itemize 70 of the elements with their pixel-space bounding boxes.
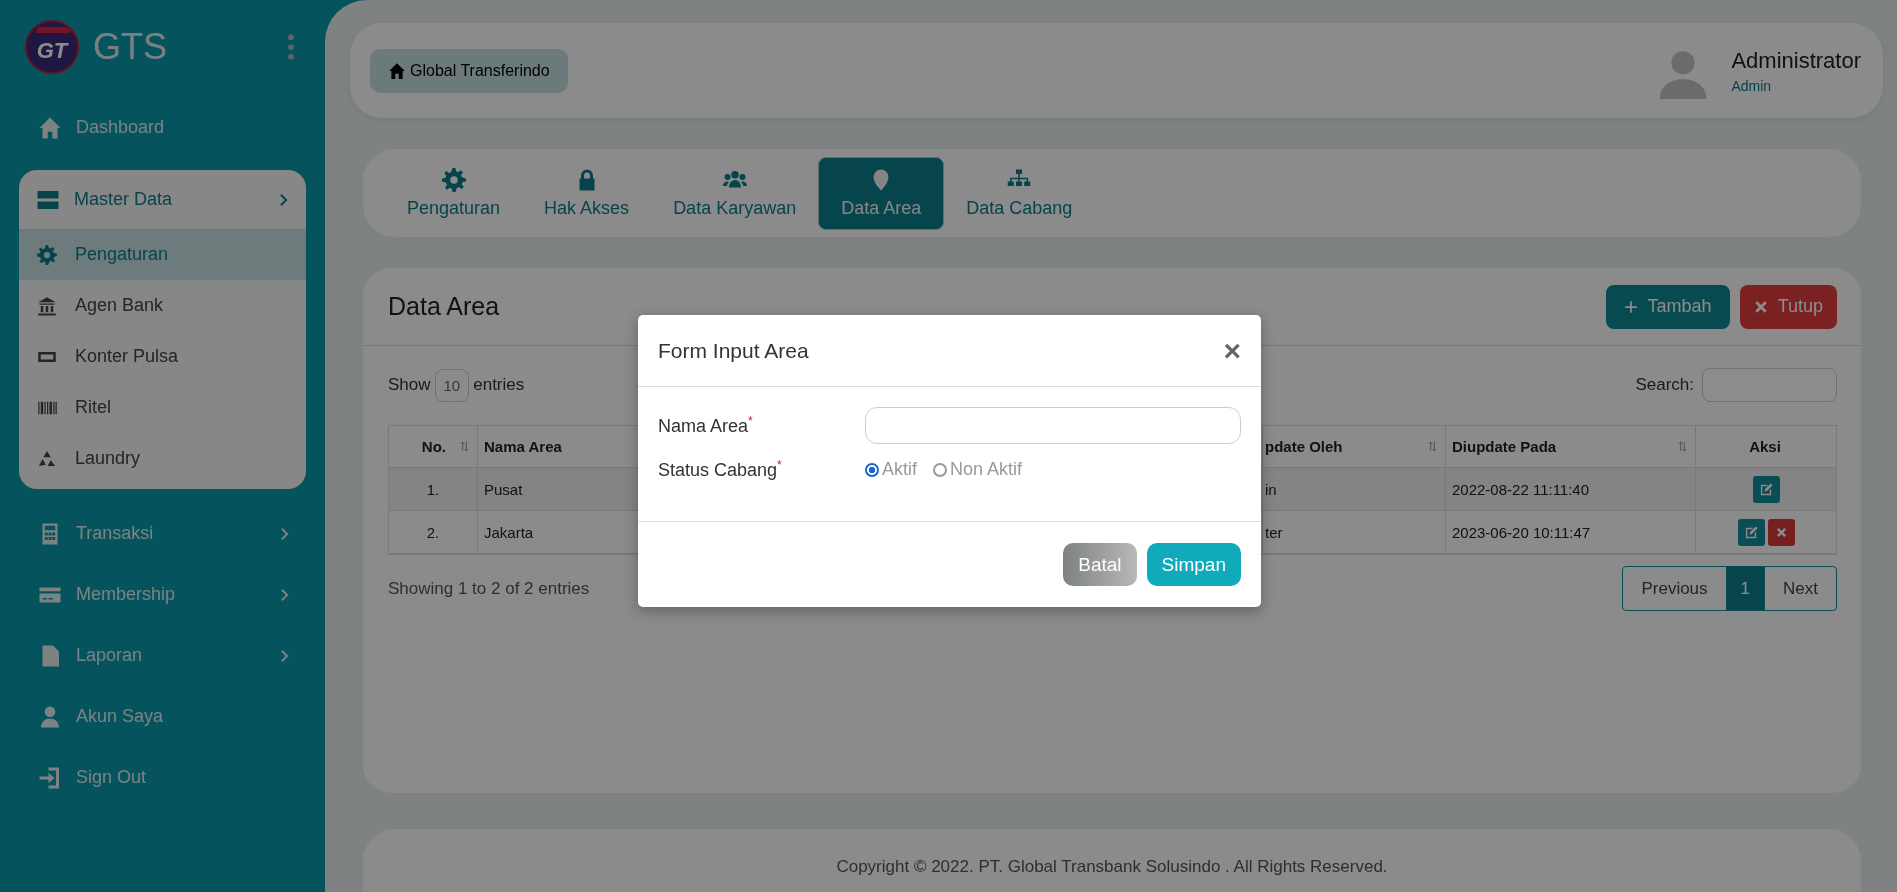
search-label: Search: [1635,375,1694,395]
page-button[interactable]: 1 [1725,567,1765,610]
sidebar-item[interactable]: Dashboard [0,97,325,158]
save-button[interactable]: Simpan [1146,543,1241,586]
tab[interactable]: Pengaturan [385,156,523,230]
close-button[interactable]: Tutup [1739,284,1837,329]
logo-icon: GT [25,20,79,74]
submenu-item[interactable]: Agen Bank [19,280,306,331]
copyright-text: Copyright © 2022. PT. Global Transbank Solusindo . All Rights Reserved. [836,857,1388,878]
sign-in-icon [38,765,62,790]
table-cell: in [1263,468,1446,511]
submenu-item[interactable]: Pengaturan [19,229,306,280]
input-field[interactable] [865,407,1241,444]
sort-icon [460,441,469,452]
more-icon[interactable] [287,34,295,60]
tab[interactable]: Data Karyawan [651,156,819,230]
edit-button[interactable] [1737,518,1765,546]
submenu-item[interactable]: Ritel [19,382,306,433]
gear-icon [441,167,466,192]
home-icon [38,115,62,140]
close-button[interactable]: × [1223,335,1241,366]
page-size-select[interactable]: 10 [434,368,470,402]
edit-button[interactable] [1752,475,1780,503]
table-cell: 2. [389,511,478,554]
chevron-icon [280,526,289,541]
add-button[interactable]: Tambah [1605,284,1730,329]
tab[interactable]: Data Cabang [944,156,1095,230]
tab[interactable]: Hak Akses [522,156,652,230]
submenu-item[interactable]: Laundry [19,433,306,484]
sidebar-item[interactable]: Transaksi [0,503,325,564]
app-name: GTS [93,26,168,68]
field-label: Nama Area$^{*}$ [658,414,754,437]
close-icon [1753,299,1768,314]
entries-label: entries [473,375,525,395]
modal-title: Form Input Area [658,338,809,363]
table-cell: 1. [389,468,478,511]
table-info: Showing 1 to 2 of 2 entries [388,578,590,599]
sidebar-item[interactable]: Sign Out [0,747,325,808]
bank-icon [37,295,57,316]
sort-icon [1678,441,1687,452]
sort-icon [1428,441,1437,452]
edit-icon [1758,481,1774,497]
user-name: Administrator [1731,47,1861,74]
sidebar-item[interactable]: Master Data [19,170,306,229]
close-icon [1775,526,1787,538]
gear-icon [37,244,57,265]
table-cell: ter [1263,511,1446,554]
cancel-button[interactable]: Batal [1063,543,1137,586]
chevron-icon [280,587,289,602]
delete-button[interactable] [1767,518,1795,546]
chevron-icon [280,648,289,663]
table-cell: 2022-08-22 11:11:40 [1446,468,1696,511]
show-label: Show [388,375,431,395]
panel-title: Data Area [388,292,500,321]
user-role: Admin [1731,77,1773,94]
user-icon [38,704,62,729]
edit-icon [1743,524,1759,540]
next-button[interactable]: Next [1764,567,1836,610]
home-icon [388,61,406,80]
tab[interactable]: Data Area [818,156,945,230]
chevron-icon [279,192,288,207]
search-field[interactable] [1702,368,1837,402]
sidebar-item[interactable]: Laporan [0,625,325,686]
sidebar-item[interactable]: Membership [0,564,325,625]
sidebar-item[interactable]: Akun Saya [0,686,325,747]
plus-icon [1623,299,1638,314]
company-button[interactable]: Global Transferindo [370,48,568,93]
previous-button[interactable]: Previous [1623,567,1726,610]
submenu-item[interactable]: Konter Pulsa [19,331,306,382]
table-cell: 2023-06-20 10:11:47 [1446,511,1696,554]
